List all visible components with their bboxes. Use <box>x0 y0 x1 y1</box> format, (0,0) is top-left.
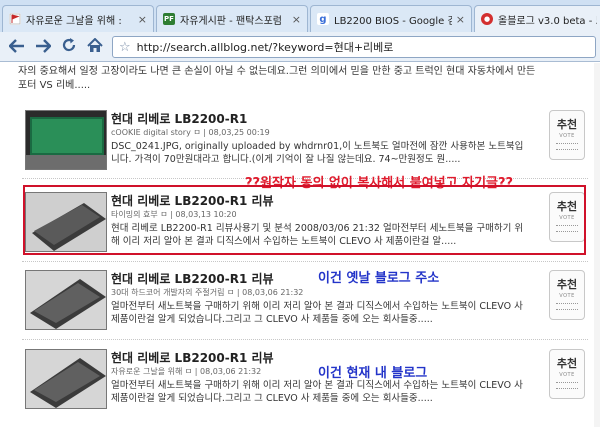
vote-label: VOTE <box>559 133 575 139</box>
bookmark-flag-icon <box>9 13 21 25</box>
page-scrollbar[interactable] <box>594 63 600 427</box>
vote-count-bar <box>556 382 578 389</box>
post-title-link[interactable]: 현대 리베로 LB2200-R1 <box>111 110 247 127</box>
post-thumbnail[interactable] <box>25 110 107 170</box>
highlight-box <box>23 185 586 255</box>
vote-label: VOTE <box>559 372 575 378</box>
recommend-label: 추천 <box>556 118 578 131</box>
forward-button[interactable] <box>32 37 54 57</box>
post-meta: 30대 하드코어 개발자의 주절거림 ㅁ | 08,03,06 21:32 <box>111 288 304 297</box>
home-button[interactable] <box>84 37 106 57</box>
tab-title: 자유로운 그날을 위해 : <box>26 15 122 27</box>
tab-title: LB2200 BIOS - Google 검색 <box>334 15 452 27</box>
bookmark-star-icon[interactable]: ☆ <box>119 40 131 55</box>
post-description: 얼마전부터 새노트북을 구매하기 위해 이리 저리 알아 본 결과 디직스에서 … <box>111 380 523 404</box>
previous-result-snippet: 자의 중요해서 일정 고장이라도 나면 큰 손실이 아닐 수 없는데요.그런 의… <box>18 66 536 91</box>
address-url: http://search.allblog.net/?keyword=현대+리베… <box>136 41 394 54</box>
recommend-label: 추천 <box>556 278 578 291</box>
post-meta: cOOKIE digital story ㅁ | 08,03,25 00:19 <box>111 128 270 137</box>
tab-title: 올블로그 v3.0 beta - 모든 <box>498 15 597 27</box>
vote-count-bar <box>556 143 578 150</box>
result-divider <box>22 339 588 340</box>
browser-toolbar: ☆ http://search.allblog.net/?keyword=현대+… <box>0 32 600 62</box>
pf-logo-icon: PF <box>163 13 175 25</box>
vote-label: VOTE <box>559 293 575 299</box>
result-divider <box>22 261 588 262</box>
post-description: 얼마전부터 새노트북을 구매하기 위해 이리 저리 알아 본 결과 디직스에서 … <box>111 301 523 325</box>
back-button[interactable] <box>6 37 28 57</box>
tab-strip: 자유로운 그날을 위해 : × PF 자유게시판 - 팬탁스포럼 × g LB2… <box>0 0 600 32</box>
post-title-link[interactable]: 현대 리베로 LB2200-R1 리뷰 <box>111 349 274 366</box>
tab-google-search[interactable]: g LB2200 BIOS - Google 검색 × <box>310 5 472 32</box>
post-thumbnail[interactable] <box>25 349 107 409</box>
close-icon[interactable]: × <box>292 13 301 26</box>
post-description: DSC_0241.JPG, originally uploaded by whd… <box>111 141 524 165</box>
address-bar[interactable]: ☆ http://search.allblog.net/?keyword=현대+… <box>112 36 596 58</box>
tab-pentax-forum[interactable]: PF 자유게시판 - 팬탁스포럼 × <box>156 5 308 32</box>
tab-blog-freedom[interactable]: 자유로운 그날을 위해 : × <box>2 5 154 32</box>
reload-button[interactable] <box>58 37 80 57</box>
allblog-icon: ● <box>481 13 493 25</box>
search-results: 자의 중요해서 일정 고장이라도 나면 큰 손실이 아닐 수 없는데요.그런 의… <box>0 63 600 427</box>
back-arrow-icon <box>8 38 25 57</box>
tab-title: 자유게시판 - 팬탁스포럼 <box>180 15 282 27</box>
recommend-button[interactable]: 추천 VOTE <box>549 349 585 399</box>
reload-icon <box>61 37 77 57</box>
post-title-link[interactable]: 현대 리베로 LB2200-R1 리뷰 <box>111 270 274 287</box>
post-thumbnail[interactable] <box>25 270 107 330</box>
google-g-icon: g <box>317 13 329 25</box>
tab-allblog[interactable]: ● 올블로그 v3.0 beta - 모든 <box>474 5 600 32</box>
post-meta: 자유로운 그날을 위해 ㅁ | 08,03,06 21:32 <box>111 367 262 376</box>
annotation-old-blog: 이건 옛날 블로그 주소 <box>318 271 440 286</box>
close-icon[interactable]: × <box>138 13 147 26</box>
home-icon <box>87 37 103 57</box>
recommend-button[interactable]: 추천 VOTE <box>549 110 585 160</box>
recommend-label: 추천 <box>556 357 578 370</box>
forward-arrow-icon <box>35 38 52 57</box>
vote-count-bar <box>556 303 578 310</box>
annotation-current-blog: 이건 현재 내 블로그 <box>318 366 428 381</box>
recommend-button[interactable]: 추천 VOTE <box>549 270 585 320</box>
close-icon[interactable]: × <box>456 13 465 26</box>
